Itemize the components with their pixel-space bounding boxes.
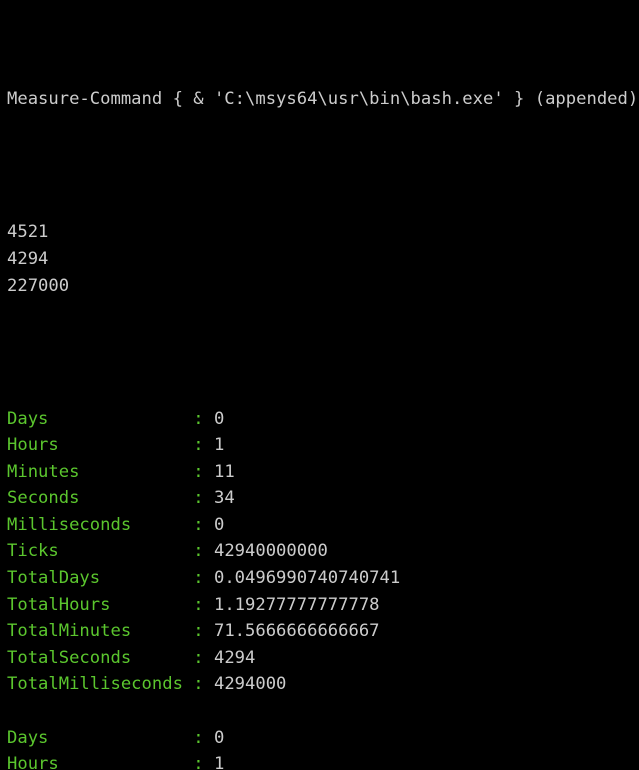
timespan-row-separator: :	[193, 594, 214, 615]
timespan-row-separator: :	[193, 488, 214, 509]
standalone-value-line: 4294	[7, 248, 49, 269]
timespan-row-label: Days	[7, 408, 194, 429]
timespan-block-2: Days : 0Hours : 1Minutes : 15Seconds : 2…	[7, 725, 638, 770]
timespan-row-separator: :	[193, 514, 214, 535]
timespan-row-label: TotalMilliseconds	[7, 674, 194, 695]
timespan-row-separator: :	[193, 461, 214, 482]
timespan-row-value: 0	[213, 727, 225, 748]
timespan-row-label: TotalSeconds	[7, 647, 194, 668]
timespan-row-label: Minutes	[7, 461, 194, 482]
timespan-row-label: TotalDays	[7, 568, 194, 589]
timespan-row-separator: :	[193, 754, 214, 770]
timespan-row-label: TotalHours	[7, 594, 194, 615]
timespan-row: Days : 0	[7, 406, 638, 433]
timespan-row-separator: :	[193, 621, 214, 642]
timespan-row-separator: :	[193, 647, 214, 668]
timespan-row-value: 1	[213, 435, 225, 456]
timespan-row: TotalMinutes : 71.5666666666667	[7, 618, 638, 645]
timespan-row: TotalSeconds : 4294	[7, 645, 638, 672]
timespan-row-label: Milliseconds	[7, 514, 194, 535]
clipped-top-line: Measure-Command { & 'C:\msys64\usr\bin\b…	[7, 89, 639, 110]
standalone-value-line: 4521	[7, 222, 49, 243]
timespan-row-separator: :	[193, 674, 214, 695]
timespan-row-value: 0	[213, 408, 225, 429]
timespan-row-separator: :	[193, 568, 214, 589]
timespan-row: Milliseconds : 0	[7, 512, 638, 539]
timespan-row-label: TotalMinutes	[7, 621, 194, 642]
timespan-row-separator: :	[193, 727, 214, 748]
terminal-window[interactable]: Measure-Command { & 'C:\msys64\usr\bin\b…	[0, 0, 639, 770]
timespan-row: Seconds : 34	[7, 485, 638, 512]
timespan-row-value: 1.19277777777778	[213, 594, 380, 615]
timespan-row: TotalMilliseconds : 4294000	[7, 671, 638, 698]
timespan-row-value: 4294000	[213, 674, 287, 695]
timespan-row: TotalHours : 1.19277777777778	[7, 592, 638, 619]
standalone-value-line: 227000	[7, 275, 70, 296]
timespan-blocks-group: Days : 0 Hours : 1 Minutes : 11 Seconds : 3…	[7, 406, 638, 770]
timespan-row-label: Hours	[7, 435, 194, 456]
timespan-row: Hours : 1	[7, 432, 638, 459]
terminal-screen: Measure-Command { & 'C:\msys64\usr\bin\b…	[7, 0, 638, 770]
standalone-values-group: 4521 4294 227000	[7, 219, 638, 299]
timespan-row-value: 1	[213, 754, 225, 770]
timespan-row-value: 11	[213, 461, 235, 482]
timespan-row: TotalDays : 0.0496990740740741	[7, 565, 638, 592]
timespan-row-separator: :	[193, 541, 214, 562]
timespan-row: Ticks : 42940000000	[7, 538, 638, 565]
timespan-row: Days : 0	[7, 725, 638, 752]
timespan-row-label: Hours	[7, 754, 194, 770]
timespan-row-label: Days	[7, 727, 194, 748]
timespan-row-separator: :	[193, 435, 214, 456]
timespan-row-value: 0.0496990740740741	[213, 568, 401, 589]
timespan-row-value: 34	[213, 488, 235, 509]
timespan-row: Hours : 1	[7, 751, 638, 770]
timespan-block-1: Days : 0 Hours : 1 Minutes : 11 Seconds : 3…	[7, 406, 638, 699]
timespan-row-value: 4294	[213, 647, 256, 668]
timespan-row-value: 71.5666666666667	[213, 621, 380, 642]
timespan-row-separator: :	[193, 408, 214, 429]
timespan-row: Minutes : 11	[7, 459, 638, 486]
timespan-row-label: Ticks	[7, 541, 194, 562]
timespan-row-value: 42940000000	[213, 541, 328, 562]
timespan-row-label: Seconds	[7, 488, 194, 509]
timespan-row-value: 0	[213, 514, 225, 535]
